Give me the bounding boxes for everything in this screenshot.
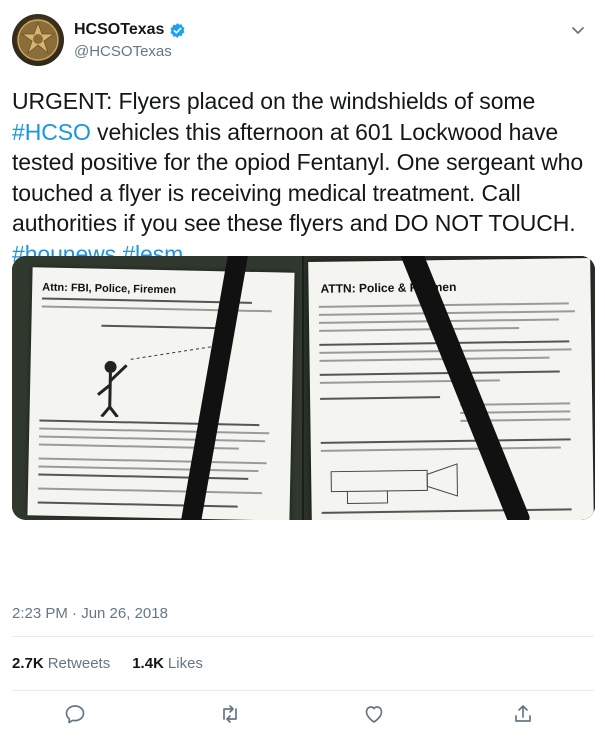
verified-badge-icon — [170, 22, 185, 38]
reply-button[interactable] — [63, 702, 87, 726]
likes-stat[interactable]: 1.4K Likes — [132, 655, 203, 672]
engagement-stats: 2.7K Retweets 1.4K Likes — [12, 655, 203, 672]
user-handle[interactable]: @HCSOTexas — [74, 43, 186, 60]
tweet-text-segment: vehicles this afternoon at 601 Lockwood … — [12, 118, 584, 237]
retweets-label: Retweets — [47, 655, 111, 672]
sheriff-star-badge-icon — [17, 19, 59, 61]
share-button[interactable] — [511, 702, 535, 726]
flyer-photo-left[interactable]: Attn: FBI, Police, Firemen — [12, 256, 302, 520]
tweet-text-segment: URGENT: Flyers placed on the windshields… — [12, 88, 536, 114]
tweet-header: HCSOTexas @HCSOTexas — [12, 14, 592, 70]
weapon-diagram-illustration — [330, 463, 458, 504]
divider — [12, 636, 594, 637]
action-bar — [0, 702, 605, 732]
tweet-text: URGENT: Flyers placed on the windshields… — [12, 86, 596, 269]
flyer-paper: Attn: FBI, Police, Firemen — [27, 267, 295, 520]
chevron-down-icon[interactable] — [570, 22, 586, 38]
like-button[interactable] — [362, 702, 386, 726]
flyer-photo-right[interactable]: ATTN: Police & Firemen — [304, 256, 595, 520]
like-icon — [365, 706, 383, 723]
retweets-count: 2.7K — [12, 655, 44, 672]
flyer-headline: Attn: FBI, Police, Firemen — [42, 281, 177, 297]
divider — [12, 690, 594, 691]
avatar[interactable] — [12, 14, 64, 66]
tweet-media: Attn: FBI, Police, Firemen ATTN: Police — [12, 256, 595, 520]
retweet-icon — [223, 705, 237, 723]
flyer-paper: ATTN: Police & Firemen — [308, 258, 594, 520]
reply-icon — [65, 705, 85, 724]
likes-count: 1.4K — [132, 655, 164, 672]
hashtag-link[interactable]: #HCSO — [12, 119, 91, 145]
retweets-stat[interactable]: 2.7K Retweets — [12, 655, 110, 672]
display-name[interactable]: HCSOTexas — [74, 21, 164, 39]
share-icon — [515, 705, 531, 722]
tweet-timestamp[interactable]: 2:23 PM · Jun 26, 2018 — [12, 605, 168, 622]
retweet-button[interactable] — [218, 702, 242, 726]
likes-label: Likes — [167, 655, 203, 672]
